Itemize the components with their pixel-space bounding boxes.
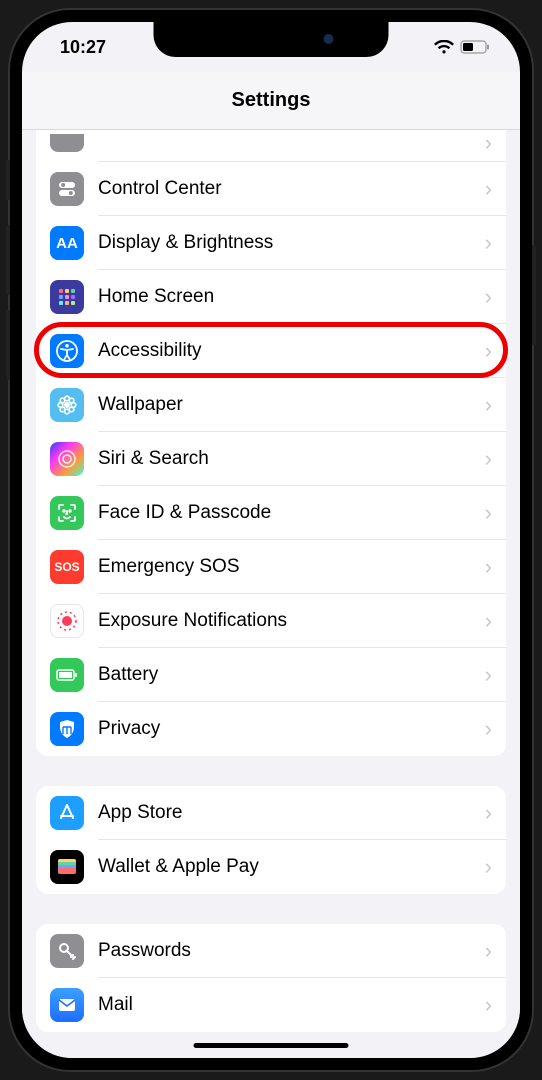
row-label: Battery bbox=[98, 664, 485, 686]
settings-section-3: Passwords › Mail › bbox=[36, 924, 506, 1032]
row-siri-search[interactable]: Siri & Search › bbox=[36, 432, 506, 486]
flower-icon bbox=[50, 388, 84, 422]
gear-icon bbox=[50, 134, 84, 152]
chevron-right-icon: › bbox=[485, 608, 492, 634]
appstore-icon bbox=[50, 796, 84, 830]
chevron-right-icon: › bbox=[485, 284, 492, 310]
power-button bbox=[532, 245, 536, 345]
row-emergency-sos[interactable]: SOS Emergency SOS › bbox=[36, 540, 506, 594]
row-label: Home Screen bbox=[98, 286, 485, 308]
row-label: App Store bbox=[98, 802, 485, 824]
row-wallet-apple-pay[interactable]: Wallet & Apple Pay › bbox=[36, 840, 506, 894]
volume-up-button bbox=[6, 225, 10, 295]
row-accessibility[interactable]: Accessibility › bbox=[36, 324, 506, 378]
chevron-right-icon: › bbox=[485, 938, 492, 964]
row-label: Wallet & Apple Pay bbox=[98, 856, 485, 878]
header: Settings bbox=[22, 72, 520, 130]
notch bbox=[154, 22, 389, 57]
chevron-right-icon: › bbox=[485, 338, 492, 364]
row-label: Wallpaper bbox=[98, 394, 485, 416]
row-label: Mail bbox=[98, 994, 485, 1016]
row-control-center[interactable]: Control Center › bbox=[36, 162, 506, 216]
accessibility-icon bbox=[50, 334, 84, 368]
chevron-right-icon: › bbox=[485, 854, 492, 880]
chevron-right-icon: › bbox=[485, 176, 492, 202]
row-privacy[interactable]: Privacy › bbox=[36, 702, 506, 756]
row-label: Privacy bbox=[98, 718, 485, 740]
chevron-right-icon: › bbox=[485, 230, 492, 256]
grid-icon bbox=[50, 280, 84, 314]
row-passwords[interactable]: Passwords › bbox=[36, 924, 506, 978]
row-general-partial[interactable]: › bbox=[36, 130, 506, 162]
mute-switch bbox=[6, 160, 10, 200]
row-label: Siri & Search bbox=[98, 448, 485, 470]
exposure-icon bbox=[50, 604, 84, 638]
row-battery[interactable]: Battery › bbox=[36, 648, 506, 702]
privacy-icon bbox=[50, 712, 84, 746]
siri-icon bbox=[50, 442, 84, 476]
row-display-brightness[interactable]: AA Display & Brightness › bbox=[36, 216, 506, 270]
phone-frame: 10:27 Settings › bbox=[10, 10, 532, 1070]
chevron-right-icon: › bbox=[485, 130, 492, 156]
screen: 10:27 Settings › bbox=[22, 22, 520, 1058]
row-faceid-passcode[interactable]: Face ID & Passcode › bbox=[36, 486, 506, 540]
status-icons bbox=[434, 40, 490, 55]
row-label: Accessibility bbox=[98, 340, 485, 362]
row-label: Control Center bbox=[98, 178, 485, 200]
row-home-screen[interactable]: Home Screen › bbox=[36, 270, 506, 324]
row-wallpaper[interactable]: Wallpaper › bbox=[36, 378, 506, 432]
key-icon bbox=[50, 934, 84, 968]
chevron-right-icon: › bbox=[485, 446, 492, 472]
chevron-right-icon: › bbox=[485, 716, 492, 742]
battery-icon bbox=[50, 658, 84, 692]
battery-icon bbox=[460, 40, 490, 54]
row-exposure-notifications[interactable]: Exposure Notifications › bbox=[36, 594, 506, 648]
sos-icon: SOS bbox=[50, 550, 84, 584]
row-label: Passwords bbox=[98, 940, 485, 962]
wallet-icon bbox=[50, 850, 84, 884]
chevron-right-icon: › bbox=[485, 992, 492, 1018]
faceid-icon bbox=[50, 496, 84, 530]
row-label: Emergency SOS bbox=[98, 556, 485, 578]
chevron-right-icon: › bbox=[485, 662, 492, 688]
home-indicator[interactable] bbox=[194, 1043, 349, 1048]
settings-section-1: › Control Center › AA Display & Brightne… bbox=[36, 130, 506, 756]
toggles-icon bbox=[50, 172, 84, 206]
chevron-right-icon: › bbox=[485, 500, 492, 526]
page-title: Settings bbox=[232, 89, 311, 112]
status-time: 10:27 bbox=[52, 37, 106, 58]
row-label: Display & Brightness bbox=[98, 232, 485, 254]
chevron-right-icon: › bbox=[485, 554, 492, 580]
settings-section-2: App Store › Wallet & Apple Pay › bbox=[36, 786, 506, 894]
row-mail[interactable]: Mail › bbox=[36, 978, 506, 1032]
chevron-right-icon: › bbox=[485, 392, 492, 418]
volume-down-button bbox=[6, 310, 10, 380]
row-app-store[interactable]: App Store › bbox=[36, 786, 506, 840]
chevron-right-icon: › bbox=[485, 800, 492, 826]
text-size-icon: AA bbox=[50, 226, 84, 260]
row-label: Exposure Notifications bbox=[98, 610, 485, 632]
mail-icon bbox=[50, 988, 84, 1022]
wifi-icon bbox=[434, 40, 454, 55]
content-scroll[interactable]: › Control Center › AA Display & Brightne… bbox=[22, 130, 520, 1058]
row-label: Face ID & Passcode bbox=[98, 502, 485, 524]
